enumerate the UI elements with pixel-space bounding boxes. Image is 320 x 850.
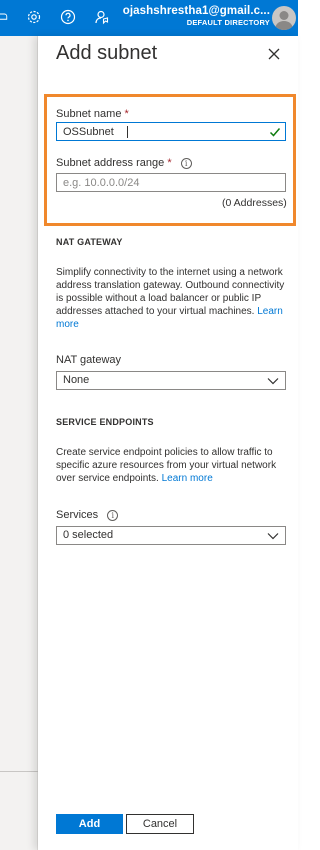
service-endpoints-learn-more-link[interactable]: Learn more (162, 473, 213, 484)
nat-description: Simplify connectivity to the internet us… (56, 267, 285, 330)
required-mark: * (167, 157, 172, 169)
check-icon (269, 125, 281, 137)
help-icon[interactable] (59, 8, 77, 26)
addresses-count: (0 Addresses) (222, 197, 287, 209)
address-range-input[interactable] (56, 173, 286, 192)
service-endpoints-section-title: SERVICE ENDPOINTS (56, 417, 154, 427)
address-range-label: Subnet address range * i (56, 157, 192, 169)
avatar-icon[interactable] (272, 6, 296, 30)
settings-icon[interactable] (25, 8, 43, 26)
services-dropdown[interactable]: 0 selected (56, 526, 286, 545)
services-value: 0 selected (63, 529, 114, 541)
account-email[interactable]: ojashshrestha1@gmail.c... (123, 5, 270, 17)
add-button[interactable]: Add (56, 814, 123, 834)
subnet-name-input[interactable] (56, 122, 286, 141)
chevron-down-icon (267, 376, 279, 386)
info-icon[interactable]: i (180, 158, 192, 169)
panel-title: Add subnet (56, 42, 158, 64)
cancel-button[interactable]: Cancel (126, 814, 194, 834)
info-icon[interactable]: i (107, 510, 119, 521)
add-subnet-panel: Add subnet Subnet name * Subnet address … (38, 36, 298, 850)
services-label: Services i (56, 509, 119, 521)
notifications-icon[interactable] (0, 8, 12, 26)
nat-gateway-label: NAT gateway (56, 354, 122, 366)
top-bar: ojashshrestha1@gmail.c... DEFAULT DIRECT… (0, 0, 298, 36)
feedback-icon[interactable] (93, 8, 111, 26)
background-blade (0, 36, 38, 850)
close-icon (268, 48, 280, 60)
chevron-down-icon (267, 531, 279, 541)
close-button[interactable] (264, 44, 284, 64)
account-info[interactable]: ojashshrestha1@gmail.c... DEFAULT DIRECT… (123, 5, 270, 27)
nat-gateway-value: None (63, 374, 90, 386)
subnet-name-label: Subnet name * (56, 108, 129, 120)
account-directory: DEFAULT DIRECTORY (186, 18, 270, 27)
text-cursor (127, 126, 128, 138)
nat-gateway-dropdown[interactable]: None (56, 371, 286, 390)
divider (0, 771, 38, 772)
service-endpoints-description: Create service endpoint policies to allo… (56, 447, 277, 484)
nat-section-title: NAT GATEWAY (56, 237, 123, 247)
required-mark: * (124, 108, 129, 120)
